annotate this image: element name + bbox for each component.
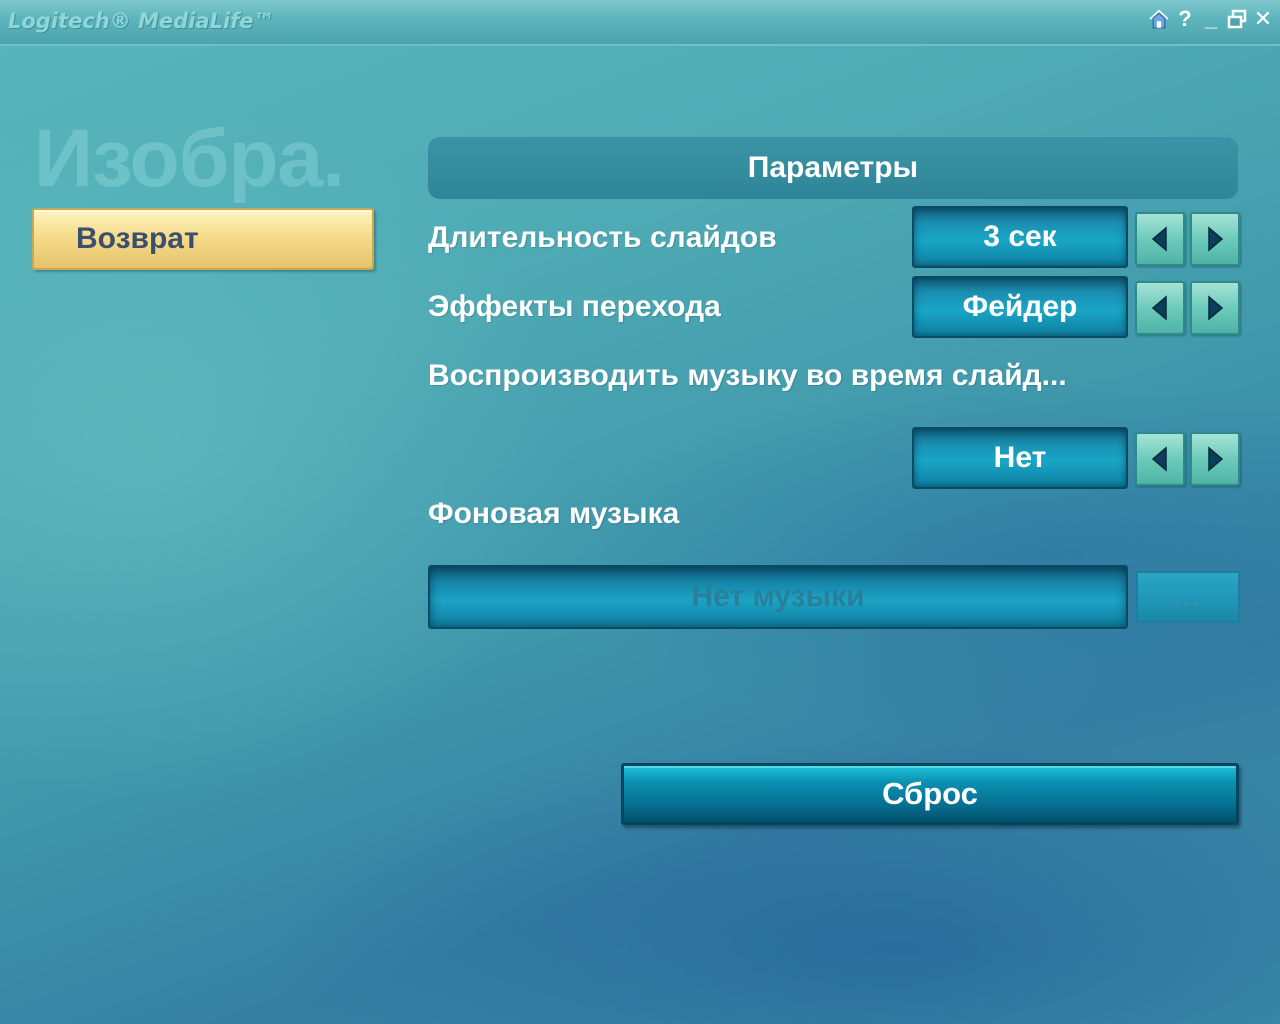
reset-button[interactable]: Сброс bbox=[621, 763, 1239, 825]
transition-effect-value: Фейдер bbox=[912, 276, 1128, 338]
minimize-icon[interactable]: _ bbox=[1200, 6, 1222, 32]
slide-duration-next-button[interactable] bbox=[1190, 212, 1240, 266]
section-title: Изобра. bbox=[34, 113, 345, 204]
background-music-label: Фоновая музыка bbox=[428, 497, 680, 530]
help-icon[interactable]: ? bbox=[1174, 6, 1196, 32]
title-bar: Logitech® MediaLife™ ? _ ✕ bbox=[0, 0, 1280, 46]
window-controls: ? _ ✕ bbox=[1148, 6, 1274, 32]
transition-effect-next-button[interactable] bbox=[1190, 281, 1240, 335]
arrow-right-icon bbox=[1208, 446, 1224, 472]
home-icon[interactable] bbox=[1148, 6, 1170, 32]
transition-effect-label: Эффекты перехода bbox=[428, 290, 721, 323]
close-icon[interactable]: ✕ bbox=[1252, 6, 1274, 32]
app-title: Logitech® MediaLife™ bbox=[8, 9, 275, 33]
slide-duration-value: 3 сек bbox=[912, 206, 1128, 268]
arrow-left-icon bbox=[1151, 446, 1167, 472]
params-header: Параметры bbox=[428, 137, 1238, 199]
restore-icon[interactable] bbox=[1226, 6, 1248, 32]
slide-duration-prev-button[interactable] bbox=[1135, 212, 1185, 266]
play-music-value: Нет bbox=[912, 427, 1128, 489]
play-music-prev-button[interactable] bbox=[1135, 432, 1185, 486]
background-music-field[interactable]: Нет музыки bbox=[428, 565, 1128, 629]
arrow-right-icon bbox=[1208, 295, 1224, 321]
play-music-next-button[interactable] bbox=[1190, 432, 1240, 486]
back-button[interactable]: Возврат bbox=[32, 208, 374, 270]
transition-effect-prev-button[interactable] bbox=[1135, 281, 1185, 335]
play-music-label: Воспроизводить музыку во время слайд... bbox=[428, 359, 1067, 392]
slide-duration-label: Длительность слайдов bbox=[428, 221, 777, 254]
browse-music-button[interactable]: ... bbox=[1136, 571, 1240, 623]
arrow-left-icon bbox=[1151, 226, 1167, 252]
arrow-right-icon bbox=[1208, 226, 1224, 252]
arrow-left-icon bbox=[1151, 295, 1167, 321]
